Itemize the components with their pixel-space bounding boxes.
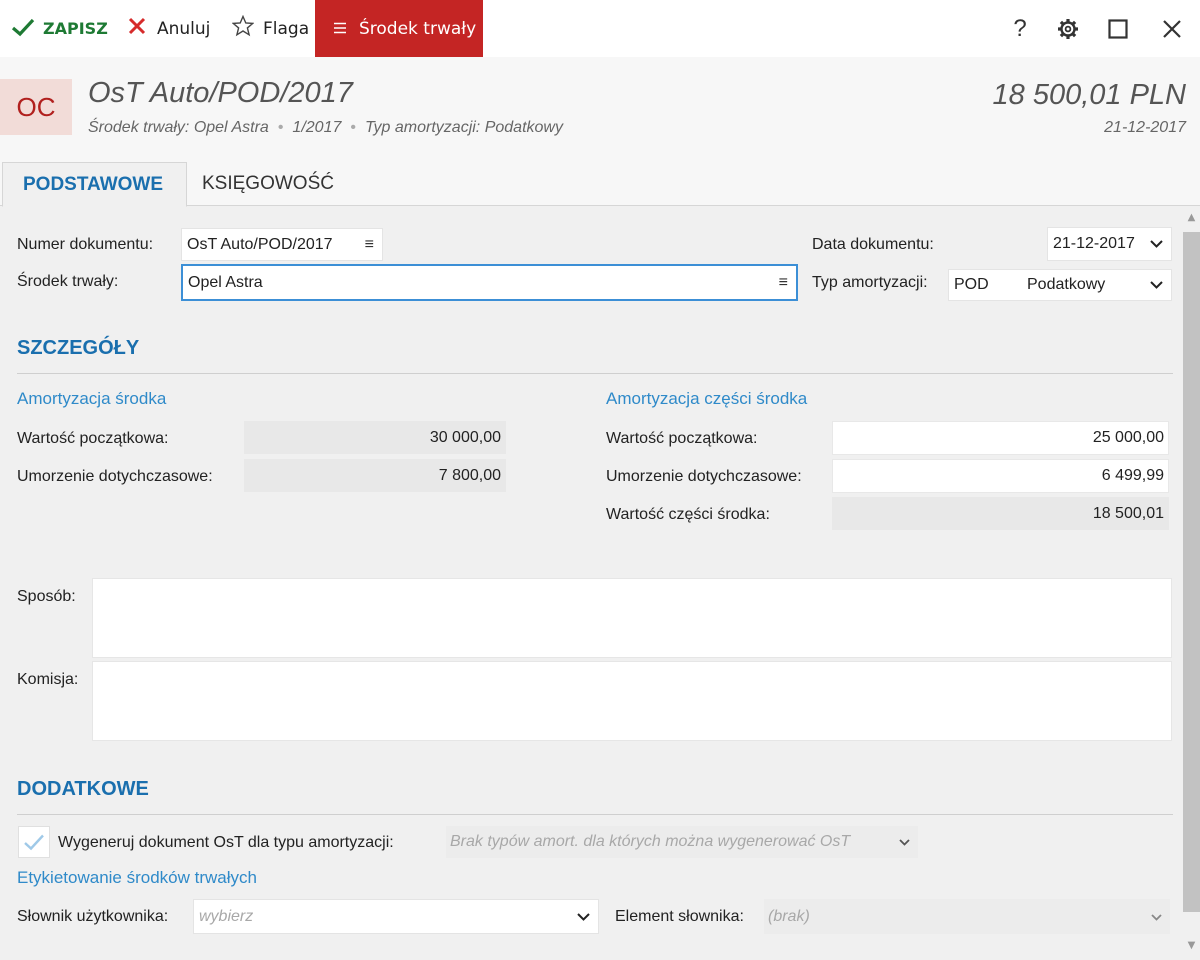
maximize-icon [1108,18,1128,39]
depreciation-label: Umorzenie dotychczasowe: [17,468,213,485]
document-type-badge: OC [0,79,72,135]
fixed-asset-menu-button[interactable]: Środek trwały [315,0,483,57]
close-icon [1163,19,1181,38]
subtitle-asset: Środek trwały: Opel Astra [88,119,269,136]
part-depreciation-label: Umorzenie dotychczasowe: [606,468,802,485]
help-button[interactable]: ? [1002,0,1038,57]
document-header: OC OsT Auto/POD/2017 Środek trwały: Opel… [0,57,1200,162]
document-date: 21-12-2017 [1104,119,1186,136]
part-initial-value-label: Wartość początkowa: [606,430,758,447]
method-label: Sposób: [17,588,76,605]
user-dictionary-label: Słownik użytkownika: [17,908,169,925]
document-number-label: Numer dokumentu: [17,236,154,253]
separator-dot: • [277,119,284,136]
generate-document-checkbox[interactable] [18,826,50,858]
checkmark-icon [24,834,44,851]
labeling-heading: Etykietowanie środków trwałych [17,868,257,887]
asset-amortization-heading: Amortyzacja środka [17,389,167,408]
cancel-label: Anuluj [157,18,211,39]
generate-document-label: Wygeneruj dokument OsT dla typu amortyza… [58,834,394,851]
settings-button[interactable] [1050,0,1086,57]
committee-textarea[interactable] [92,661,1172,741]
document-subtitle: Środek trwały: Opel Astra • 1/2017 • Typ amo… [88,119,563,137]
additional-section-title: DODATKOWE [17,778,149,800]
chevron-down-icon [899,833,910,851]
amortization-type-select[interactable]: POD Podatkowy [948,269,1172,301]
document-title: OsT Auto/POD/2017 [88,77,353,109]
document-amount: 18 500,01 PLN [992,79,1186,111]
separator-dot: • [350,119,356,136]
part-amortization-heading: Amortyzacja części środka [606,389,808,408]
fixed-asset-value: Opel Astra [188,273,263,291]
subtitle-number: 1/2017 [292,119,342,136]
part-value-label: Wartość części środka: [606,506,770,523]
method-textarea[interactable] [92,578,1172,658]
chevron-down-icon [1150,235,1163,253]
tab-accounting[interactable]: KSIĘGOWOŚĆ [202,162,334,206]
generate-type-select[interactable]: Brak typów amort. dla których można wyge… [446,826,918,858]
initial-value-readonly: 30 000,00 [244,421,506,454]
star-icon [230,14,256,42]
checkmark-icon [10,17,36,41]
scrollbar-thumb[interactable] [1183,232,1200,912]
user-dictionary-placeholder: wybierz [199,907,254,925]
hamburger-icon [333,19,347,39]
chevron-down-icon [1151,908,1162,926]
dictionary-element-select[interactable]: (brak) [764,899,1170,934]
flag-label: Flaga [263,18,310,39]
fixed-asset-label: Środek trwały [359,18,477,39]
chevron-down-icon [1150,276,1163,294]
divider [17,814,1173,815]
fixed-asset-label: Środek trwały: [17,273,119,290]
document-number-field[interactable]: OsT Auto/POD/2017 ≡ [181,228,383,261]
part-value-readonly: 18 500,01 [832,497,1169,530]
scroll-down-icon[interactable]: ▼ [1185,940,1198,951]
flag-button[interactable]: Flaga [230,0,309,57]
initial-value-label: Wartość początkowa: [17,430,169,447]
committee-label: Komisja: [17,671,79,688]
part-initial-value-input[interactable]: 25 000,00 [832,421,1169,455]
depreciation-readonly: 7 800,00 [244,459,506,492]
close-window-button[interactable] [1154,0,1190,57]
document-date-label: Data dokumentu: [812,236,934,253]
list-icon[interactable]: ≡ [779,274,788,292]
tab-bar: PODSTAWOWE KSIĘGOWOŚĆ [0,162,1200,207]
chevron-down-icon [577,908,590,926]
save-label: ZAPISZ [43,19,108,38]
maximize-button[interactable] [1100,0,1136,57]
generate-type-placeholder: Brak typów amort. dla których można wyge… [450,833,851,850]
scroll-up-icon[interactable]: ▲ [1185,212,1198,223]
part-depreciation-input[interactable]: 6 499,99 [832,459,1169,493]
gear-icon [1058,18,1078,39]
tab-basic[interactable]: PODSTAWOWE [2,162,187,207]
help-icon: ? [1013,14,1027,42]
subtitle-amortization-type: Typ amortyzacji: Podatkowy [364,119,563,136]
document-number-value: OsT Auto/POD/2017 [187,235,333,253]
list-icon[interactable]: ≡ [365,236,374,254]
document-date-picker[interactable]: 21-12-2017 [1047,227,1172,261]
cancel-button[interactable]: Anuluj [124,0,210,57]
toolbar: ZAPISZ Anuluj Flaga Środek trwały ? [0,0,1200,57]
details-section-title: SZCZEGÓŁY [17,337,140,359]
amortization-type-label: Typ amortyzacji: [812,274,928,291]
amortization-type-code: POD [954,276,989,293]
dictionary-element-label: Element słownika: [615,908,744,925]
dictionary-element-placeholder: (brak) [768,907,810,925]
fixed-asset-field[interactable]: Opel Astra ≡ [181,264,798,301]
close-icon [124,17,150,40]
user-dictionary-select[interactable]: wybierz [193,899,599,934]
amortization-type-name: Podatkowy [1027,276,1106,293]
document-date-value: 21-12-2017 [1053,235,1135,252]
divider [17,373,1173,374]
save-button[interactable]: ZAPISZ [10,0,108,57]
